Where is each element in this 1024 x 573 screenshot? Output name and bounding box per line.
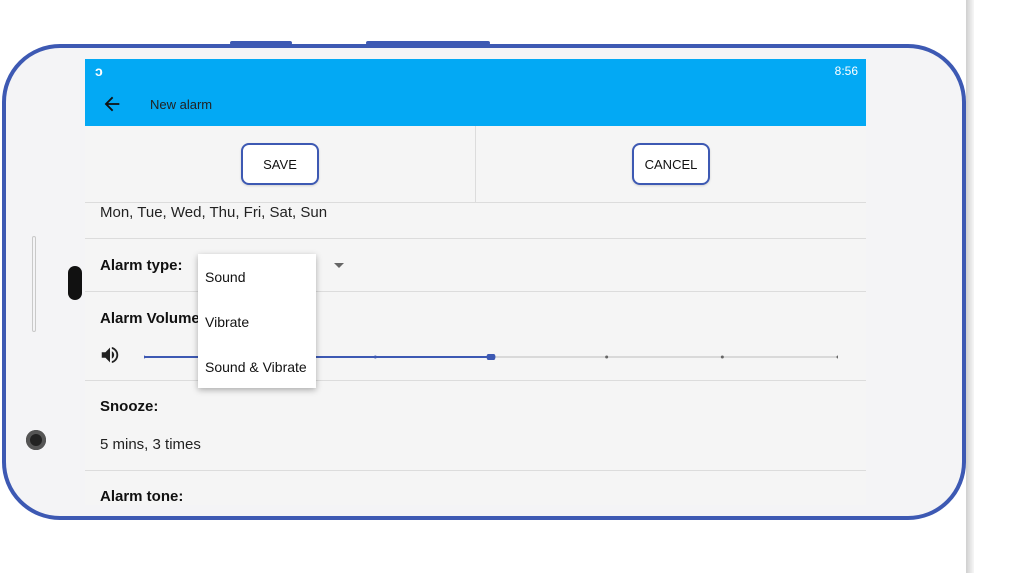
repeat-days-row[interactable]: Mon, Tue, Wed, Thu, Fri, Sat, Sun [85, 202, 866, 239]
alarm-tone-row[interactable]: Alarm tone: [85, 470, 866, 505]
alarm-type-menu: Sound Vibrate Sound & Vibrate [198, 254, 316, 388]
volume-tick [720, 355, 724, 359]
volume-tick [836, 355, 838, 359]
volume-tick [605, 355, 609, 359]
app-toolbar: New alarm [85, 83, 866, 126]
app-logo-icon: ↄ [95, 63, 103, 79]
save-cell: SAVE [85, 126, 475, 202]
volume-tick [144, 355, 146, 359]
alarm-tone-label: Alarm tone: [100, 488, 184, 505]
phone-camera [26, 430, 46, 450]
phone-edge-shadow [966, 0, 974, 573]
cancel-button[interactable]: CANCEL [632, 143, 710, 185]
phone-speaker [68, 266, 82, 300]
snooze-label: Snooze: [100, 398, 159, 415]
status-time: 8:56 [834, 64, 858, 78]
snooze-value: 5 mins, 3 times [100, 436, 201, 453]
action-bar: SAVE CANCEL [85, 126, 866, 203]
volume-thumb [486, 354, 496, 360]
back-arrow-icon[interactable] [101, 93, 123, 115]
snooze-row[interactable]: Snooze: 5 mins, 3 times [85, 380, 866, 471]
repeat-days-value: Mon, Tue, Wed, Thu, Fri, Sat, Sun [100, 204, 328, 221]
app-screen: ↄ 8:56 New alarm SAVE CANCEL Mon, Tue, W… [85, 59, 866, 505]
menu-item-sound[interactable]: Sound [205, 269, 245, 285]
menu-item-sound-vibrate[interactable]: Sound & Vibrate [205, 359, 307, 375]
status-bar: ↄ 8:56 [85, 59, 866, 83]
cancel-cell: CANCEL [475, 126, 866, 202]
volume-tick [373, 355, 377, 359]
dropdown-caret-icon[interactable] [334, 263, 344, 268]
menu-item-vibrate[interactable]: Vibrate [205, 314, 249, 330]
volume-icon [101, 346, 119, 364]
page-title: New alarm [150, 97, 213, 112]
save-button[interactable]: SAVE [241, 143, 319, 185]
alarm-type-label: Alarm type: [100, 257, 183, 274]
alarm-volume-label: Alarm Volume: [100, 310, 205, 327]
phone-side-groove [32, 236, 36, 332]
